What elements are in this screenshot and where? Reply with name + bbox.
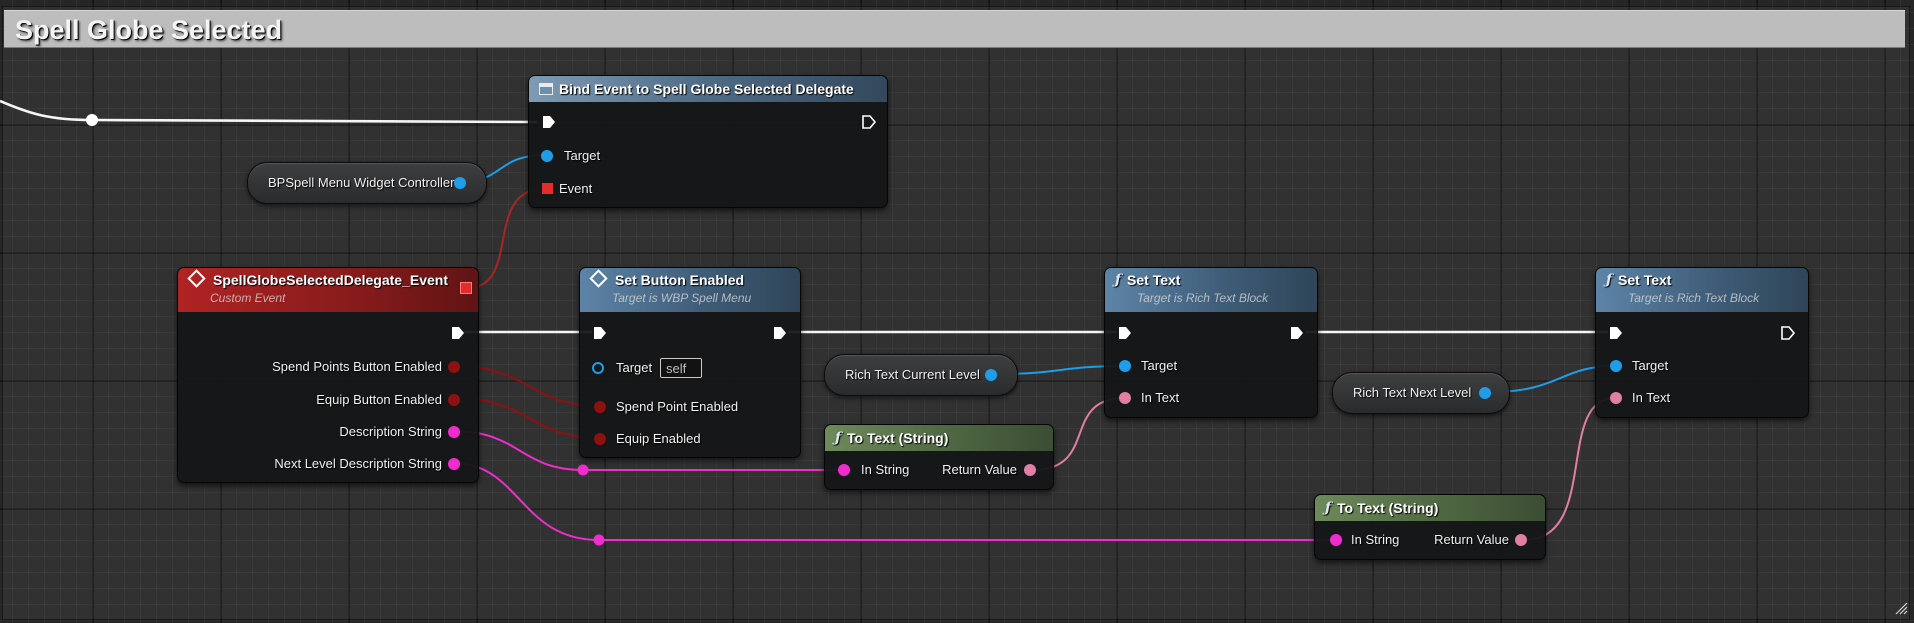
set-text-subtitle-2: Target is Rich Text Block	[1628, 291, 1760, 305]
text-in-pin-icon[interactable]	[1119, 392, 1131, 404]
custom-event-title: SpellGlobeSelectedDelegate_Event	[213, 272, 448, 288]
event-bind-icon	[539, 83, 553, 95]
set-text-subtitle-1: Target is Rich Text Block	[1137, 291, 1269, 305]
exec-in-pin-icon[interactable]	[1608, 325, 1624, 341]
text-out-pin-icon[interactable]	[1515, 534, 1527, 546]
exec-out-pin-icon[interactable]	[1780, 325, 1796, 341]
pin-label-equip-enabled: Equip Enabled	[616, 431, 701, 446]
exec-in-pin-icon[interactable]	[592, 325, 608, 341]
exec-out-pin-icon[interactable]	[450, 325, 466, 341]
exec-out-pin-icon[interactable]	[861, 114, 877, 130]
to-text-header-2[interactable]: ƒ To Text (String)	[1315, 495, 1545, 521]
set-text-header-2[interactable]: ƒ Set Text Target is Rich Text Block	[1596, 268, 1808, 312]
set-text-header-1[interactable]: ƒ Set Text Target is Rich Text Block	[1105, 268, 1317, 312]
bool-in-pin-icon[interactable]	[594, 401, 606, 413]
function-icon: ƒ	[1606, 272, 1613, 288]
set-text-node-1[interactable]: ƒ Set Text Target is Rich Text Block Tar…	[1104, 267, 1318, 418]
reroute-knot	[577, 464, 589, 476]
pin-label-target: Target	[1632, 358, 1669, 373]
set-button-enabled-subtitle: Target is WBP Spell Menu	[612, 291, 752, 305]
bool-out-pin-icon[interactable]	[448, 394, 460, 406]
diamond-event-icon	[187, 269, 206, 288]
pin-label-description: Description String	[339, 424, 442, 439]
to-text-header-1[interactable]: ƒ To Text (String)	[825, 425, 1053, 451]
object-out-pin-icon[interactable]	[1479, 387, 1491, 399]
target-pin-icon[interactable]	[1119, 360, 1131, 372]
pin-label-in-string: In String	[1351, 532, 1400, 547]
string-in-pin-icon[interactable]	[1330, 534, 1342, 546]
set-text-title-1: Set Text	[1127, 272, 1181, 288]
pin-label-target: Target	[616, 360, 653, 375]
target-pin-icon[interactable]	[541, 150, 553, 162]
function-icon: ƒ	[835, 430, 842, 446]
to-text-title-1: To Text (String)	[847, 430, 949, 446]
var-label-next-level: Rich Text Next Level	[1353, 385, 1472, 400]
exec-in-pin-icon[interactable]	[1117, 325, 1133, 341]
diamond-function-icon	[589, 269, 608, 288]
pin-label-spend-points: Spend Points Button Enabled	[272, 359, 442, 374]
pin-label-in-string: In String	[861, 462, 910, 477]
bind-event-header[interactable]: Bind Event to Spell Globe Selected Deleg…	[529, 76, 887, 102]
bool-out-pin-icon[interactable]	[448, 361, 460, 373]
custom-event-node[interactable]: SpellGlobeSelectedDelegate_Event Custom …	[177, 267, 479, 483]
pin-label-next-level: Next Level Description String	[274, 456, 442, 471]
to-text-node-2[interactable]: ƒ To Text (String) In String Return Valu…	[1314, 494, 1546, 560]
target-default-field[interactable]: self	[660, 358, 702, 378]
pin-label-in-text: In Text	[1141, 390, 1180, 405]
event-pin-icon[interactable]	[542, 183, 553, 194]
object-out-pin-icon[interactable]	[985, 369, 997, 381]
bind-event-node[interactable]: Bind Event to Spell Globe Selected Deleg…	[528, 75, 888, 208]
exec-wire-incoming	[0, 99, 538, 124]
bind-event-title: Bind Event to Spell Globe Selected Deleg…	[559, 81, 854, 97]
target-pin-icon[interactable]	[1610, 360, 1622, 372]
text-in-pin-icon[interactable]	[1610, 392, 1622, 404]
set-button-enabled-title: Set Button Enabled	[615, 272, 745, 288]
string-out-pin-icon[interactable]	[448, 458, 460, 470]
target-pin-icon[interactable]	[592, 362, 604, 374]
pin-label-event: Event	[559, 181, 593, 196]
pin-label-return-value: Return Value	[1434, 532, 1509, 547]
set-text-node-2[interactable]: ƒ Set Text Target is Rich Text Block Tar…	[1595, 267, 1809, 418]
pin-label-equip: Equip Button Enabled	[316, 392, 442, 407]
exec-out-pin-icon[interactable]	[1289, 325, 1305, 341]
text-out-pin-icon[interactable]	[1024, 464, 1036, 476]
custom-event-subtitle: Custom Event	[210, 291, 286, 305]
string-in-pin-icon[interactable]	[838, 464, 850, 476]
custom-event-header[interactable]: SpellGlobeSelectedDelegate_Event Custom …	[178, 268, 478, 312]
set-button-enabled-header[interactable]: Set Button Enabled Target is WBP Spell M…	[580, 268, 800, 312]
bool-in-pin-icon[interactable]	[594, 433, 606, 445]
string-out-pin-icon[interactable]	[448, 426, 460, 438]
reroute-knot	[86, 114, 98, 126]
function-icon: ƒ	[1325, 500, 1332, 516]
var-node-next-level[interactable]: Rich Text Next Level	[1332, 372, 1510, 414]
delegate-out-pin-icon[interactable]	[460, 282, 472, 294]
to-text-title-2: To Text (String)	[1337, 500, 1439, 516]
pin-label-spend-point: Spend Point Enabled	[616, 399, 739, 414]
var-node-controller[interactable]: BPSpell Menu Widget Controller	[247, 162, 487, 204]
reroute-knot	[593, 534, 605, 546]
object-out-pin-icon[interactable]	[454, 177, 466, 189]
var-label-controller: BPSpell Menu Widget Controller	[268, 175, 455, 190]
set-button-enabled-node[interactable]: Set Button Enabled Target is WBP Spell M…	[579, 267, 801, 458]
set-text-title-2: Set Text	[1618, 272, 1672, 288]
function-icon: ƒ	[1115, 272, 1122, 288]
exec-in-pin-icon[interactable]	[541, 114, 557, 130]
pin-label-return-value: Return Value	[942, 462, 1017, 477]
pin-label-target: Target	[1141, 358, 1178, 373]
to-text-node-1[interactable]: ƒ To Text (String) In String Return Valu…	[824, 424, 1054, 490]
pin-label-target: Target	[564, 148, 601, 163]
pin-label-in-text: In Text	[1632, 390, 1671, 405]
var-label-current-level: Rich Text Current Level	[845, 367, 980, 382]
var-node-current-level[interactable]: Rich Text Current Level	[824, 354, 1018, 396]
exec-out-pin-icon[interactable]	[772, 325, 788, 341]
